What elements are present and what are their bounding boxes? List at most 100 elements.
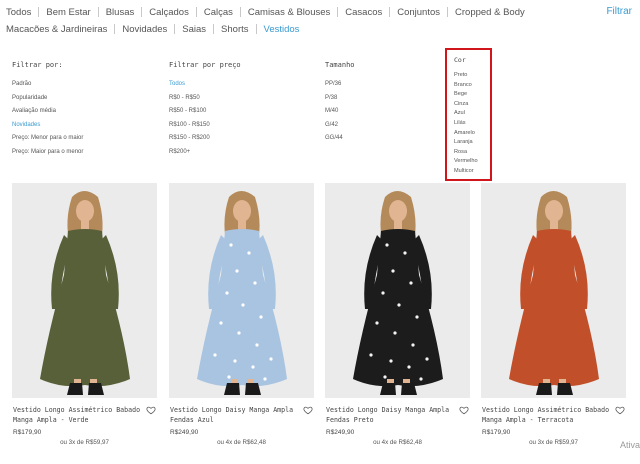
floral-dot (255, 343, 259, 347)
product-photo[interactable] (325, 183, 470, 398)
category-separator (213, 24, 215, 34)
filter-sort-option[interactable]: Popularidade (12, 92, 83, 106)
filter-sort-list: Padrão Popularidade Avaliação média Novidad… (12, 78, 83, 159)
filter-price-option[interactable]: R$150 - R$200 (169, 132, 241, 146)
product-price: R$179,90 (13, 429, 42, 436)
floral-dot (407, 365, 411, 369)
category-link[interactable]: Calçados (149, 7, 189, 18)
floral-dot (393, 331, 397, 335)
product-installments: ou 3x de R$59,97 (529, 439, 578, 446)
filter-sort-option[interactable]: Preço: Maior para o menor (12, 146, 83, 160)
category-row-2: Macacões & Jardineiras Novidades Saias Shor… (6, 20, 299, 38)
floral-dot (381, 291, 385, 295)
category-link[interactable]: Saias (182, 24, 206, 35)
category-link[interactable]: Vestidos (264, 24, 300, 35)
category-link[interactable]: Todos (6, 7, 31, 18)
product-photo[interactable] (12, 183, 157, 398)
filter-color-option[interactable]: Vermelho (454, 157, 490, 167)
filter-color-option[interactable]: Rosa (454, 148, 490, 158)
category-link[interactable]: Shorts (221, 24, 248, 35)
face (233, 200, 251, 222)
filter-color-option[interactable]: Amarelo (454, 129, 490, 139)
filter-sort-option[interactable]: Padrão (12, 78, 83, 92)
filter-sort-option[interactable]: Novidades (12, 119, 83, 133)
floral-dot (235, 269, 239, 273)
filter-color-heading: Cor (454, 56, 466, 64)
category-separator (239, 7, 241, 17)
filter-size-option[interactable]: G/42 (325, 119, 355, 133)
filter-size-option[interactable]: P/38 (325, 92, 355, 106)
product-name[interactable]: Vestido Longo Daisy Manga Ampla Fendas P… (326, 406, 456, 425)
category-separator (389, 7, 391, 17)
filter-color-option[interactable]: Preto (454, 71, 490, 81)
filter-button[interactable]: Filtrar (606, 6, 632, 17)
heart-outline-icon[interactable] (615, 405, 625, 415)
floral-dot (411, 343, 415, 347)
category-separator (97, 7, 99, 17)
product-card[interactable]: Vestido Longo Assimétrico Babado Manga A… (12, 183, 157, 446)
filter-size-list: PP/36 P/38 M/40 G/42 GG/44 (325, 78, 355, 146)
floral-dot (369, 353, 373, 357)
filter-color-option[interactable]: Laranja (454, 138, 490, 148)
category-link[interactable]: Calças (204, 7, 233, 18)
product-card[interactable]: Vestido Longo Daisy Manga Ampla Fendas P… (325, 183, 470, 446)
category-separator (255, 24, 257, 34)
heart-outline-icon[interactable] (459, 405, 469, 415)
category-link[interactable]: Cropped & Body (455, 7, 525, 18)
product-installments: ou 4x de R$62,48 (217, 439, 266, 446)
activation-watermark: Ativa (620, 440, 640, 450)
product-card[interactable]: Vestido Longo Assimétrico Babado Manga A… (481, 183, 626, 446)
filter-price-option[interactable]: Todos (169, 78, 241, 92)
floral-dot (259, 315, 263, 319)
product-photo[interactable] (481, 183, 626, 398)
product-card[interactable]: Vestido Longo Daisy Manga Ampla Fendas A… (169, 183, 314, 446)
category-link[interactable]: Macacões & Jardineiras (6, 24, 107, 35)
filter-color-list: Preto Branco Bege Cinza Azul Lilás Amarelo Lara… (454, 71, 490, 177)
floral-dot (225, 291, 229, 295)
filter-color-option[interactable]: Branco (454, 81, 490, 91)
category-link[interactable]: Bem Estar (46, 7, 90, 18)
filter-color-option[interactable]: Cinza (454, 100, 490, 110)
floral-dot (383, 375, 387, 379)
category-separator (447, 7, 449, 17)
category-separator (337, 7, 339, 17)
neck (394, 220, 402, 230)
filter-sort-option[interactable]: Preço: Menor para o maior (12, 132, 83, 146)
filter-price-option[interactable]: R$0 - R$50 (169, 92, 241, 106)
heart-outline-icon[interactable] (146, 405, 156, 415)
category-link[interactable]: Casacos (345, 7, 382, 18)
filter-color-option[interactable]: Multicor (454, 167, 490, 177)
category-link[interactable]: Novidades (122, 24, 167, 35)
category-link[interactable]: Blusas (106, 7, 135, 18)
filter-price-option[interactable]: R$200+ (169, 146, 241, 160)
floral-dot (237, 331, 241, 335)
filter-color-option[interactable]: Bege (454, 90, 490, 100)
filter-color-option[interactable]: Azul (454, 109, 490, 119)
floral-dot (391, 269, 395, 273)
filter-sort-option[interactable]: Avaliação média (12, 105, 83, 119)
filter-color-option[interactable]: Lilás (454, 119, 490, 129)
floral-dot (409, 281, 413, 285)
floral-dot (241, 303, 245, 307)
face (545, 200, 563, 222)
product-photo[interactable] (169, 183, 314, 398)
filter-sort-heading: Filtrar por: (12, 61, 63, 69)
floral-dot (219, 321, 223, 325)
filter-size-option[interactable]: GG/44 (325, 132, 355, 146)
filter-size-option[interactable]: M/40 (325, 105, 355, 119)
filter-price-option[interactable]: R$50 - R$100 (169, 105, 241, 119)
neck (81, 220, 89, 230)
category-link[interactable]: Camisas & Blouses (248, 7, 330, 18)
product-installments: ou 3x de R$59,97 (60, 439, 109, 446)
filter-size-column: Tamanho PP/36 P/38 M/40 G/42 GG/44 (325, 60, 355, 146)
filter-price-option[interactable]: R$100 - R$150 (169, 119, 241, 133)
filter-size-option[interactable]: PP/36 (325, 78, 355, 92)
face (389, 200, 407, 222)
category-link[interactable]: Conjuntos (397, 7, 440, 18)
filter-price-heading: Filtrar por preço (169, 61, 241, 69)
product-name[interactable]: Vestido Longo Assimétrico Babado Manga A… (482, 406, 612, 425)
heart-outline-icon[interactable] (303, 405, 313, 415)
product-name[interactable]: Vestido Longo Assimétrico Babado Manga A… (13, 406, 143, 425)
product-name[interactable]: Vestido Longo Daisy Manga Ampla Fendas A… (170, 406, 300, 425)
floral-dot (425, 357, 429, 361)
